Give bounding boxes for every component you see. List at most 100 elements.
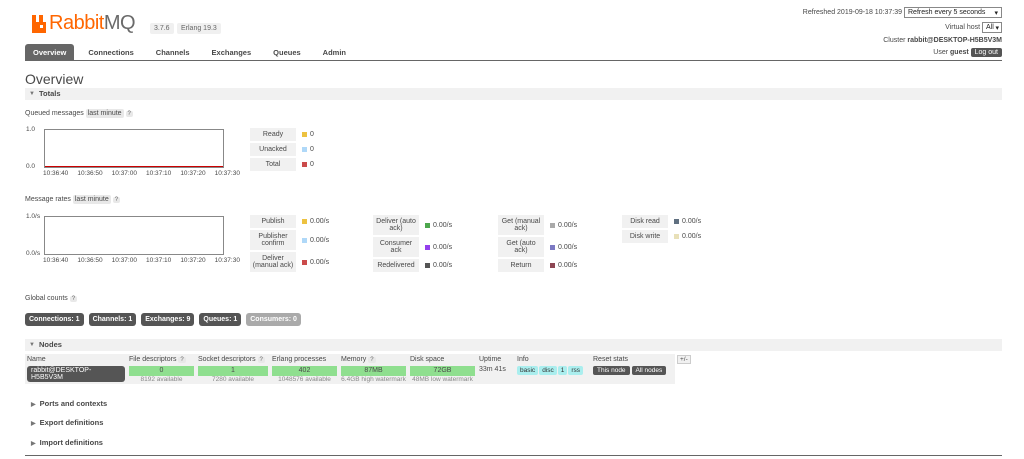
ports-and-contexts-section[interactable]: ▶ Ports and contexts xyxy=(31,399,107,408)
col-info: Info xyxy=(515,354,591,365)
legend-label: Disk write xyxy=(622,230,668,243)
legend-value-wrap: 0 xyxy=(302,131,314,138)
legend-value: 0.00/s xyxy=(558,221,578,229)
help-icon[interactable]: ? xyxy=(368,357,376,363)
legend-label: Deliver (manual ack) xyxy=(250,252,296,272)
legend-label: Total xyxy=(250,158,296,171)
logout-button[interactable]: Log out xyxy=(970,48,1002,57)
vhost-area: Virtual host All ▾ xyxy=(945,22,1002,33)
cluster-info: Cluster rabbit@DESKTOP-H5B5V3M xyxy=(883,37,1002,44)
memory-bar: 87MB xyxy=(341,366,406,376)
legend-value-wrap: 0 xyxy=(302,161,314,168)
legend-value-wrap: 0.00/s xyxy=(550,244,577,251)
info-disc-badge: disc xyxy=(539,366,557,375)
totals-section-header[interactable]: ▼ Totals xyxy=(25,88,1002,100)
legend-value-wrap: 0.00/s xyxy=(550,262,577,269)
legend-value: 0 xyxy=(310,146,314,153)
x-tick: 10:36:40 xyxy=(43,257,69,264)
legend-row-total: Total 0 xyxy=(250,158,314,171)
info-basic-badge: basic xyxy=(517,366,539,375)
help-icon[interactable]: ? xyxy=(69,296,78,302)
info-count-badge: 1 xyxy=(557,366,568,375)
legend-label: Disk read xyxy=(622,215,668,228)
legend-value: 0 xyxy=(310,131,314,138)
legend-value-wrap: 0.00/s xyxy=(302,218,329,225)
channels-count-badge[interactable]: Channels: 1 xyxy=(88,313,137,326)
import-definitions-section[interactable]: ▶ Import definitions xyxy=(31,438,103,447)
legend-row-redelivered: Redelivered 0.00/s xyxy=(373,259,452,272)
connections-count-badge[interactable]: Connections: 1 xyxy=(25,313,84,326)
legend-swatch xyxy=(302,132,307,137)
help-icon[interactable]: ? xyxy=(112,197,121,203)
tab-exchanges[interactable]: Exchanges xyxy=(204,44,260,60)
x-tick: 10:37:30 xyxy=(214,257,240,264)
legend-value-wrap: 0.00/s xyxy=(425,262,452,269)
node-name-link[interactable]: rabbit@DESKTOP-H5B5V3M xyxy=(27,366,125,382)
legend-value-wrap: 0.00/s xyxy=(425,222,452,229)
consumers-count-badge[interactable]: Consumers: 0 xyxy=(246,313,301,326)
version-badge: 3.7.6 xyxy=(150,23,174,34)
legend-label: Ready xyxy=(250,128,296,141)
queues-count-badge[interactable]: Queues: 1 xyxy=(199,313,242,326)
reset-this-node-button[interactable]: This node xyxy=(593,366,630,375)
legend-swatch xyxy=(550,222,555,228)
disk-watermark: 48MB low watermark xyxy=(412,376,473,383)
legend-row-ready: Ready 0 xyxy=(250,128,314,141)
legend-row-return: Return 0.00/s xyxy=(498,259,577,272)
user-label: User xyxy=(933,49,949,56)
cluster-label: Cluster xyxy=(883,37,906,44)
legend-swatch xyxy=(425,222,430,228)
col-label: File descriptors xyxy=(129,356,177,363)
vhost-select[interactable]: All ▾ xyxy=(982,22,1002,33)
legend-value: 0 xyxy=(310,161,314,168)
fd-available: 8192 available xyxy=(140,376,183,383)
legend-value-wrap: 0.00/s xyxy=(674,218,701,225)
triangle-right-icon: ▶ xyxy=(31,441,36,447)
x-tick: 10:37:20 xyxy=(180,257,206,264)
erlang-version-badge: Erlang 19.3 xyxy=(177,23,221,34)
tab-channels[interactable]: Channels xyxy=(148,44,198,60)
cluster-name: rabbit@DESKTOP-H5B5V3M xyxy=(907,37,1002,44)
export-definitions-section[interactable]: ▶ Export definitions xyxy=(31,418,103,427)
legend-swatch xyxy=(425,263,430,268)
x-tick: 10:36:50 xyxy=(77,170,103,177)
refresh-interval-select[interactable]: Refresh every 5 seconds ▾ xyxy=(904,7,1002,18)
legend-label: Get (manual ack) xyxy=(498,215,544,235)
legend-row-disk-read: Disk read 0.00/s xyxy=(622,215,701,228)
queued-range-select[interactable]: last minute xyxy=(85,109,124,118)
triangle-right-icon: ▶ xyxy=(31,421,36,427)
columns-toggle-button[interactable]: +/- xyxy=(677,355,691,364)
legend-value: 0.00/s xyxy=(682,233,702,240)
help-icon[interactable]: ? xyxy=(257,357,265,363)
reset-all-nodes-button[interactable]: All nodes xyxy=(631,366,667,375)
legend-value: 0.00/s xyxy=(558,243,578,251)
queued-legend: Ready 0 Unacked 0 Total 0 xyxy=(250,128,314,171)
x-tick: 10:37:30 xyxy=(214,170,240,177)
info-rss-badge: rss xyxy=(568,366,584,375)
rates-chart-ymax: 1.0/s xyxy=(26,213,41,220)
tab-queues[interactable]: Queues xyxy=(265,44,309,60)
rates-chart-xaxis: 10:36:40 10:36:50 10:37:00 10:37:10 10:3… xyxy=(43,257,240,264)
global-counts-label: Global counts xyxy=(25,295,68,302)
nodes-table: Name File descriptors ? Socket descripto… xyxy=(25,354,693,384)
legend-value-wrap: 0.00/s xyxy=(550,222,577,229)
user-name: guest xyxy=(950,49,969,56)
tab-admin[interactable]: Admin xyxy=(315,44,354,60)
exchanges-count-badge[interactable]: Exchanges: 9 xyxy=(141,313,195,326)
table-row: rabbit@DESKTOP-H5B5V3M 0 8192 available 1… xyxy=(25,365,693,384)
help-icon[interactable]: ? xyxy=(125,111,133,117)
legend-swatch xyxy=(550,244,555,250)
cell-info: basic disc 1 rss xyxy=(515,365,591,384)
legend-value-wrap: 0.00/s xyxy=(425,244,452,251)
col-uptime: Uptime xyxy=(477,354,515,365)
rates-legend-col3: Get (manual ack) 0.00/s Get (auto ack) 0… xyxy=(498,215,577,272)
refresh-area: Refreshed 2019-09-18 10:37:39 Refresh ev… xyxy=(803,7,1002,18)
tab-connections[interactable]: Connections xyxy=(80,44,141,60)
cell-sd: 1 7280 available xyxy=(196,365,270,384)
nodes-section-header[interactable]: ▼ Nodes xyxy=(25,339,1002,351)
legend-row-consumer-ack: Consumer ack 0.00/s xyxy=(373,237,452,257)
tab-overview[interactable]: Overview xyxy=(25,44,75,60)
help-icon[interactable]: ? xyxy=(178,357,186,363)
col-memory: Memory ? xyxy=(339,354,408,365)
rates-range-select[interactable]: last minute xyxy=(72,195,111,204)
